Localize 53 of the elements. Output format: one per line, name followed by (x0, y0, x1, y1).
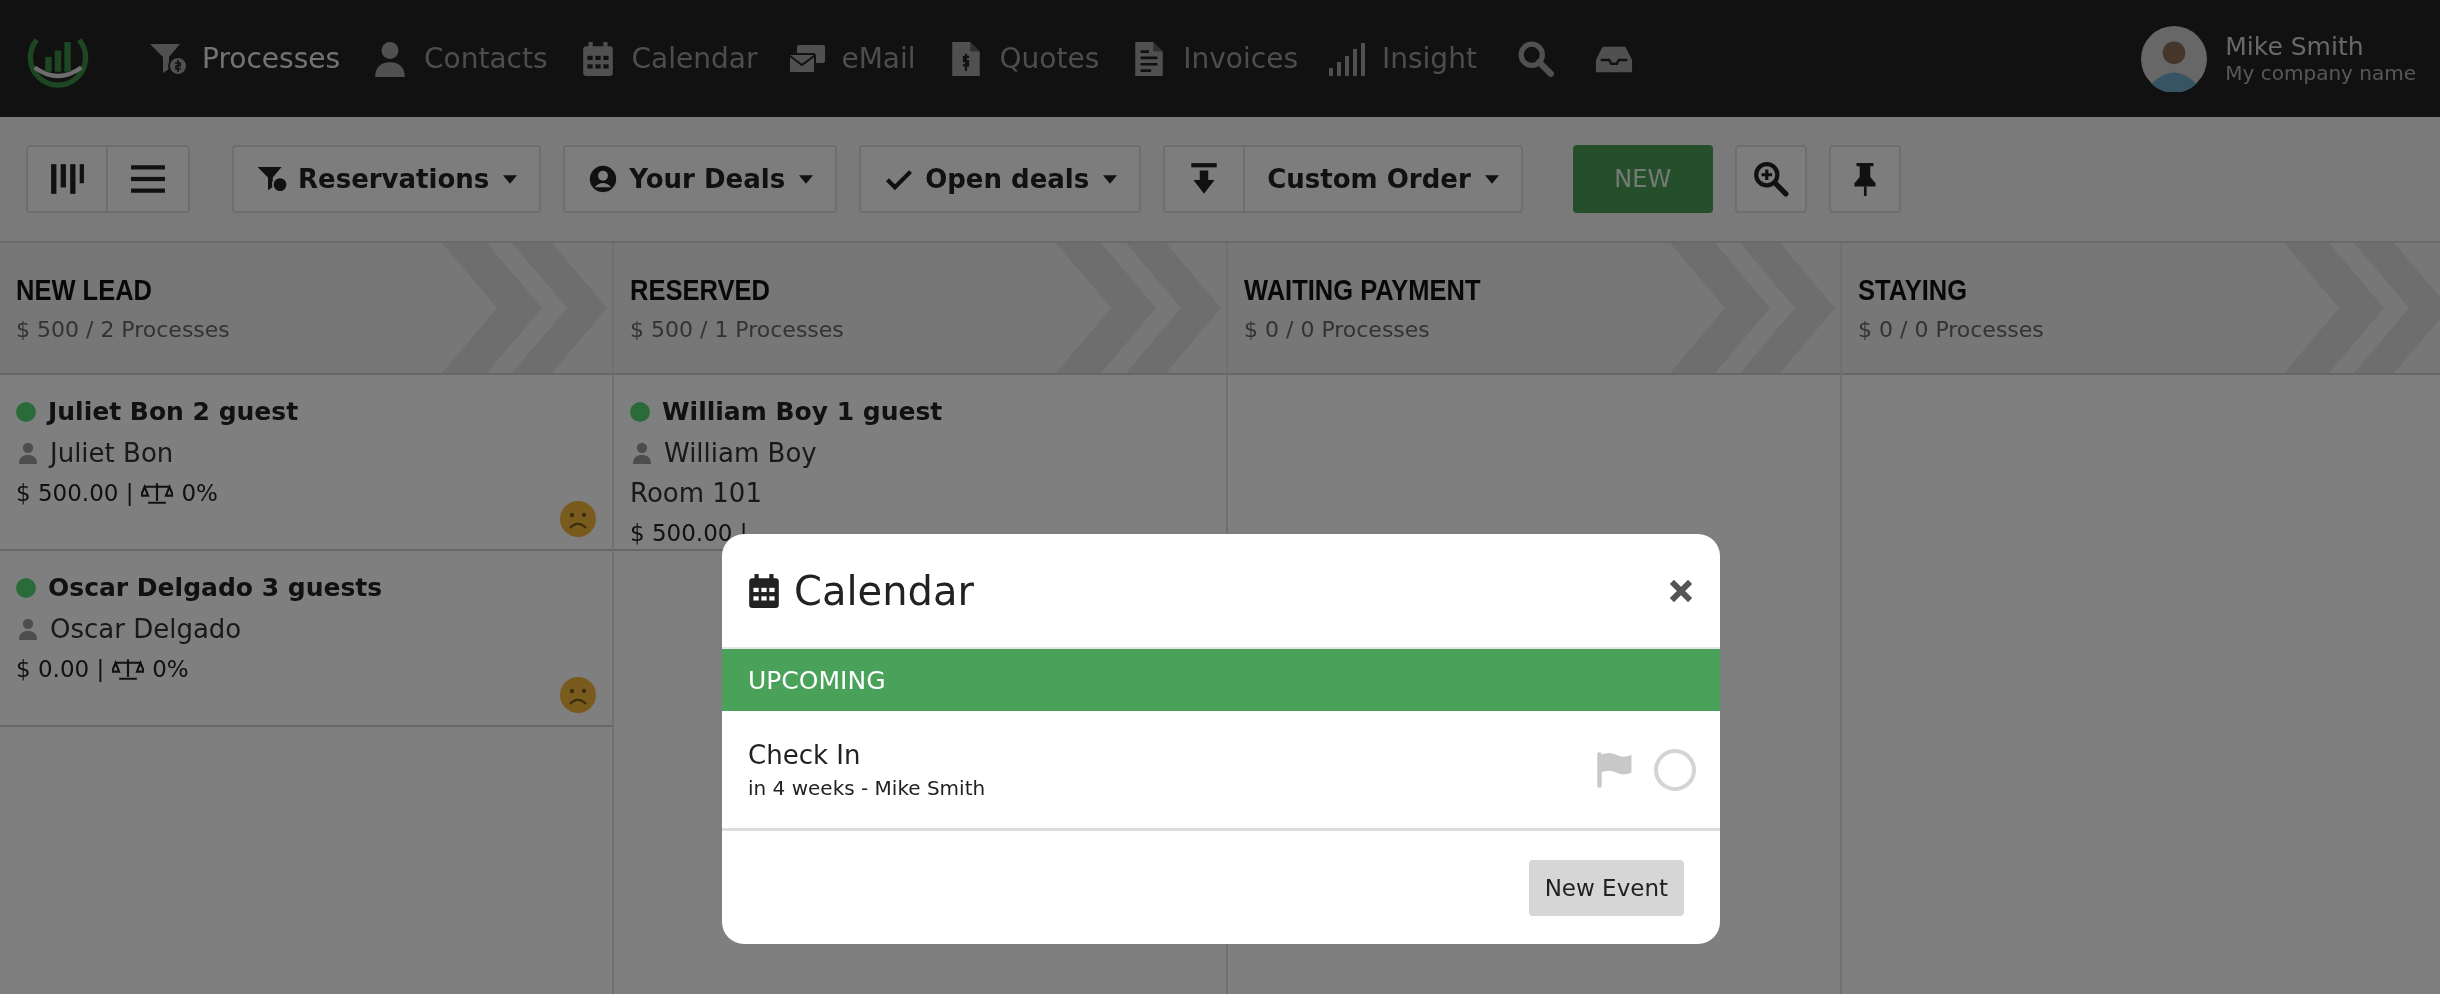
kanban-icon (49, 161, 85, 197)
caret-icon (1103, 174, 1118, 184)
zoom-in-icon (1752, 161, 1789, 197)
deal-title: Juliet Bon 2 guest (48, 397, 299, 426)
nav-link[interactable]: Processes (148, 40, 341, 77)
person-icon (18, 442, 38, 464)
close-icon[interactable] (1668, 577, 1694, 604)
calendar-icon (748, 572, 780, 609)
done-checkbox[interactable] (1654, 748, 1696, 791)
kanban-view-button[interactable] (26, 145, 108, 213)
probability: 0% (152, 656, 189, 682)
event-details: in 4 weeks - Mike Smith (748, 775, 987, 800)
column-title: NEW LEAD (16, 273, 153, 307)
deal-note: Room 101 (630, 478, 763, 508)
column-summary: $ 0 / 0 Processes (1858, 317, 2045, 342)
sort-dropdown[interactable]: Custom Order (1245, 145, 1523, 213)
caret-icon (799, 174, 814, 184)
contact-name: Oscar Delgado (50, 614, 242, 644)
avatar[interactable] (2141, 25, 2208, 92)
list-view-button[interactable] (108, 145, 190, 213)
column-title: STAYING (1858, 273, 1969, 307)
person-icon (18, 618, 38, 640)
column-title: RESERVED (630, 273, 771, 307)
filter-dropdown[interactable]: Your Deals (563, 145, 838, 213)
zoom-button[interactable] (1734, 145, 1807, 213)
deal-title: William Boy 1 guest (662, 397, 943, 426)
company-name: My company name (2225, 61, 2416, 85)
deal-title: Oscar Delgado 3 guests (48, 573, 383, 602)
caret-icon (1484, 174, 1499, 184)
column-title: WAITING PAYMENT (1244, 273, 1482, 307)
probability: 0% (181, 480, 218, 506)
caret-icon (503, 174, 518, 184)
filter-dropdown[interactable]: Reservations (232, 145, 542, 213)
column-summary: $ 500 / 1 Processes (630, 317, 845, 342)
sort-direction-button[interactable] (1163, 145, 1246, 213)
funnel-icon (256, 165, 288, 193)
person-icon (632, 442, 652, 464)
filter-dropdown[interactable]: Open deals (859, 145, 1142, 213)
scales-icon (141, 481, 174, 505)
contact-name: Juliet Bon (50, 438, 174, 468)
event-title: Check In (748, 739, 862, 770)
pin-button[interactable] (1828, 145, 1901, 213)
scales-icon (112, 657, 145, 681)
deal-amount: $ 0.00 | (16, 656, 105, 682)
contact-name: William Boy (664, 438, 817, 468)
section-header: UPCOMING (722, 649, 1720, 711)
column-summary: $ 500 / 2 Processes (16, 317, 231, 342)
user-name: Mike Smith (2225, 32, 2365, 61)
column-summary: $ 0 / 0 Processes (1244, 317, 1431, 342)
dialog-title: Calendar (794, 567, 975, 614)
signal-bars-icon (1328, 40, 1368, 77)
new-event-button[interactable]: New Event (1528, 859, 1684, 916)
deal-amount: $ 500.00 | (16, 480, 134, 506)
